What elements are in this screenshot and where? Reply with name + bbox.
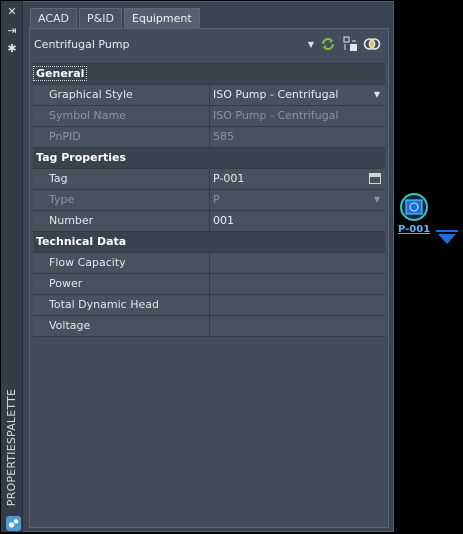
property-name: Symbol Name — [33, 106, 210, 126]
object-type-select[interactable]: Centrifugal Pump ▼ — [32, 35, 314, 55]
chevron-down-icon: ▼ — [373, 195, 380, 204]
property-value-input[interactable] — [210, 295, 385, 315]
assign-tag-icon[interactable] — [369, 173, 381, 184]
property-row-voltage[interactable]: Voltage — [33, 316, 385, 337]
tab-acad[interactable]: ACAD — [30, 8, 78, 28]
properties-menu-icon[interactable]: ✱ — [6, 43, 18, 55]
property-name: PnPID — [33, 127, 210, 147]
property-value-dropdown: P ▼ — [210, 190, 385, 210]
tab-pid[interactable]: P&ID — [79, 8, 122, 28]
property-row-type: Type P ▼ — [33, 190, 385, 211]
property-name: Voltage — [33, 316, 210, 336]
property-value-input[interactable]: 001 — [210, 211, 385, 231]
property-row-flow-capacity[interactable]: Flow Capacity — [33, 253, 385, 274]
property-row-symbol-name: Symbol Name ISO Pump - Centrifugal — [33, 106, 385, 127]
property-name: Type — [33, 190, 210, 210]
refresh-icon[interactable] — [319, 36, 337, 52]
category-label: Technical Data — [36, 235, 127, 248]
close-icon[interactable]: ✕ — [6, 6, 18, 18]
chevron-down-icon: ▼ — [307, 40, 314, 49]
palette-settings-icon[interactable] — [6, 516, 21, 531]
property-value-input[interactable] — [210, 253, 385, 273]
category-tag-properties[interactable]: Tag Properties — [33, 148, 385, 169]
palette-title: PROPERTIESPALETTE — [5, 388, 19, 506]
pump-tag-label[interactable]: P-001 — [398, 224, 430, 235]
property-name: Tag — [33, 169, 210, 189]
property-name: Total Dynamic Head — [33, 295, 210, 315]
category-label: General — [32, 66, 88, 81]
property-row-tag[interactable]: Tag P-001 — [33, 169, 385, 190]
property-name: Flow Capacity — [33, 253, 210, 273]
properties-panel: Centrifugal Pump ▼ General Graphical Sty… — [29, 28, 389, 528]
property-name: Power — [33, 274, 210, 294]
property-row-pnpid: PnPID 585 — [33, 127, 385, 148]
property-name: Graphical Style — [33, 85, 210, 105]
select-objects-icon[interactable] — [341, 36, 359, 52]
property-value-input[interactable] — [210, 316, 385, 336]
property-value-input[interactable] — [210, 274, 385, 294]
property-value: 585 — [213, 130, 234, 143]
palette-titlebar[interactable]: ✕ ⇥ ✱ PROPERTIESPALETTE — [1, 1, 23, 532]
property-grid: General Graphical Style ISO Pump - Centr… — [32, 63, 385, 337]
category-general[interactable]: General — [32, 64, 385, 85]
palette-tabs: ACAD P&ID Equipment — [30, 8, 202, 28]
quick-select-icon[interactable] — [363, 36, 381, 52]
property-row-number[interactable]: Number 001 — [33, 211, 385, 232]
property-row-graphical-style[interactable]: Graphical Style ISO Pump - Centrifugal ▼ — [33, 85, 385, 106]
chevron-down-icon[interactable]: ▼ — [374, 85, 380, 105]
property-value: ISO Pump - Centrifugal — [213, 109, 339, 122]
auto-hide-icon[interactable]: ⇥ — [6, 25, 18, 37]
category-technical-data[interactable]: Technical Data — [33, 232, 385, 253]
property-row-total-dynamic-head[interactable]: Total Dynamic Head — [33, 295, 385, 316]
property-name: Number — [33, 211, 210, 231]
tab-equipment[interactable]: Equipment — [123, 8, 200, 28]
property-value-dropdown[interactable]: ISO Pump - Centrifugal ▼ — [210, 85, 385, 105]
triangle-marker-icon — [436, 230, 458, 244]
pump-symbol-icon[interactable] — [399, 192, 429, 222]
property-row-power[interactable]: Power — [33, 274, 385, 295]
object-type-value: Centrifugal Pump — [34, 38, 130, 51]
property-value-tag[interactable]: P-001 — [210, 169, 385, 189]
category-label: Tag Properties — [36, 151, 127, 164]
